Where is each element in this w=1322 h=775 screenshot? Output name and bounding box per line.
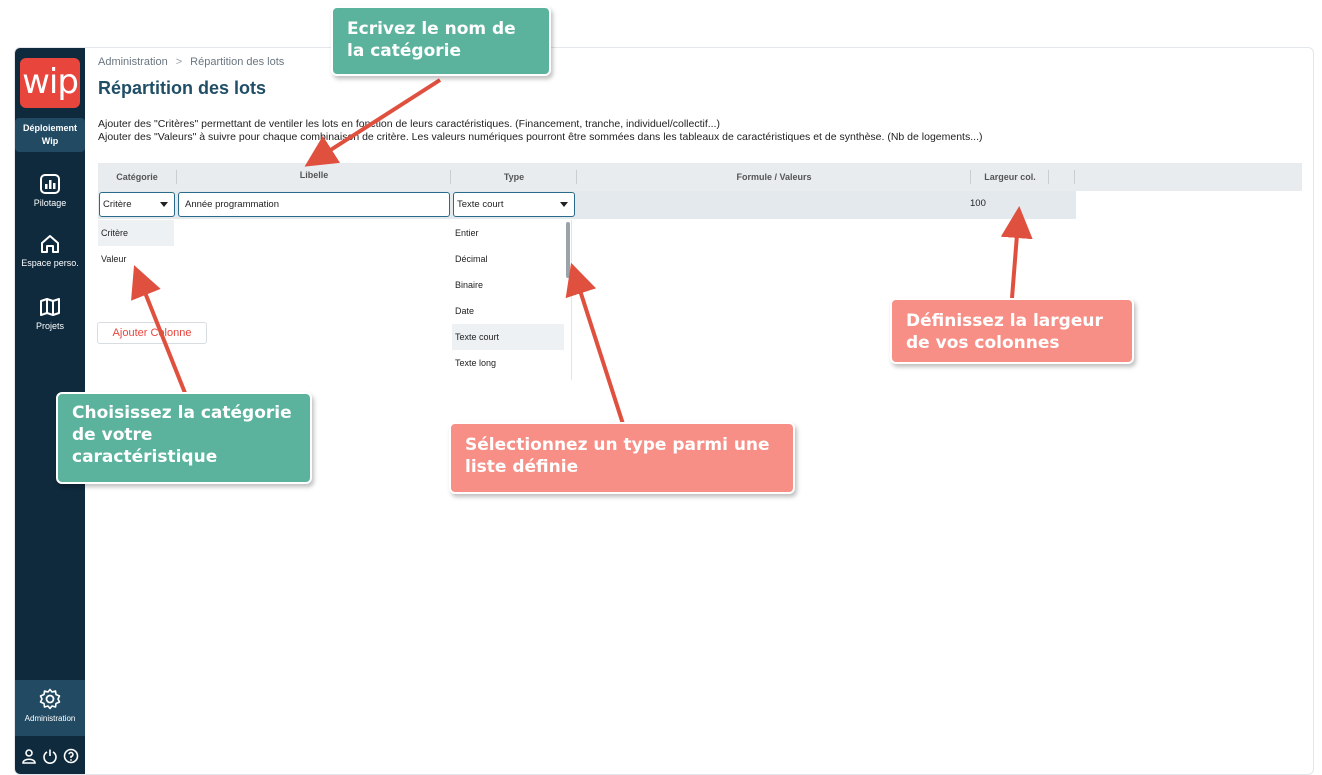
callout-type: Sélectionnez un type parmi une liste déf…: [449, 422, 795, 494]
page-title: Répartition des lots: [98, 78, 267, 98]
caret-down-icon: [560, 202, 568, 207]
callout-text: de vos colonnes: [906, 333, 1060, 353]
type-select[interactable]: Texte court: [453, 192, 575, 217]
dropdown-option[interactable]: Entier: [452, 220, 564, 246]
libelle-input[interactable]: Année programmation: [178, 192, 450, 217]
callout-text: la catégorie: [347, 41, 462, 61]
map-icon: [40, 298, 60, 316]
scrollbar[interactable]: [566, 222, 570, 278]
wip-logo[interactable]: wip: [20, 58, 80, 108]
callout-text: de votre: [72, 425, 153, 445]
deployment-selector[interactable]: Déploiement Wip: [15, 118, 85, 152]
column-divider[interactable]: [1048, 170, 1049, 184]
categorie-value: Critère: [103, 199, 132, 210]
header-formule: Formule / Valeurs: [736, 172, 812, 182]
add-column-button[interactable]: Ajouter Colonne: [97, 322, 207, 344]
home-icon: [41, 235, 59, 253]
callout-name: Ecrivez le nom de la catégorie: [331, 6, 551, 76]
callout-text: Définissez la largeur: [906, 311, 1103, 331]
column-divider[interactable]: [176, 170, 177, 184]
column-divider[interactable]: [1074, 170, 1075, 184]
help-icon[interactable]: [63, 748, 79, 764]
callout-text: Ecrivez le nom de: [347, 19, 516, 39]
sidebar-item-label: Pilotage: [33, 198, 67, 208]
dropdown-option[interactable]: Date: [452, 298, 564, 324]
sidebar-item-projets[interactable]: Projets: [15, 296, 85, 331]
sidebar-item-administration[interactable]: Administration: [15, 680, 85, 736]
sidebar-item-pilotage[interactable]: Pilotage: [15, 173, 85, 208]
header-categorie: Catégorie: [116, 172, 158, 182]
dropdown-option[interactable]: Texte court: [452, 324, 564, 350]
grid-header: Catégorie Libelle Type Formule / Valeurs…: [98, 163, 1302, 191]
breadcrumb: Administration > Répartition des lots: [98, 56, 284, 68]
type-dropdown: Entier Décimal Binaire Date Texte court …: [452, 220, 574, 380]
chart-icon: [40, 174, 60, 194]
dropdown-option[interactable]: Texte long: [452, 350, 564, 376]
callout-text: caractéristique: [72, 447, 218, 467]
sidebar-item-label: Administration: [24, 714, 76, 723]
column-divider[interactable]: [970, 170, 971, 184]
breadcrumb-current: Répartition des lots: [190, 56, 285, 68]
caret-down-icon: [160, 202, 168, 207]
page-description: Ajouter des "Critères" permettant de ven…: [98, 118, 982, 144]
sidebar-item-label: Projets: [35, 321, 64, 331]
callout-text: liste définie: [465, 457, 579, 477]
dropdown-option[interactable]: Décimal: [452, 246, 564, 272]
callout-text: Sélectionnez un type parmi une: [465, 435, 770, 455]
categorie-select[interactable]: Critère: [99, 192, 175, 217]
chevron-right-icon: >: [175, 56, 183, 68]
column-divider[interactable]: [576, 170, 577, 184]
gear-icon: [39, 688, 61, 710]
table-row: Critère Année programmation Texte court …: [98, 191, 1076, 219]
callout-category: Choisissez la catégorie de votre caracté…: [56, 392, 312, 484]
description-line: Ajouter des "Critères" permettant de ven…: [98, 118, 720, 130]
description-line: Ajouter des "Valeurs" à suivre pour chaq…: [98, 131, 983, 143]
dropdown-option[interactable]: Valeur: [98, 246, 174, 272]
sidebar-footer: [15, 748, 85, 764]
categorie-dropdown: Critère Valeur: [98, 220, 174, 272]
header-libelle: Libelle: [299, 170, 329, 180]
breadcrumb-root[interactable]: Administration: [98, 56, 168, 68]
deployment-name: Wip: [41, 136, 59, 146]
user-icon[interactable]: [21, 748, 37, 764]
header-largeur: Largeur col.: [984, 172, 1036, 182]
header-type: Type: [503, 172, 525, 182]
scroll-track: [571, 220, 572, 380]
largeur-value[interactable]: 100: [970, 191, 986, 217]
dropdown-option[interactable]: Binaire: [452, 272, 564, 298]
column-divider[interactable]: [450, 170, 451, 184]
sidebar-item-espace-perso[interactable]: Espace perso.: [15, 233, 85, 268]
type-value: Texte court: [457, 199, 504, 210]
callout-text: Choisissez la catégorie: [72, 403, 292, 423]
sidebar-item-label: Espace perso.: [21, 258, 79, 268]
deployment-label: Déploiement: [22, 123, 77, 133]
dropdown-option[interactable]: Critère: [98, 220, 174, 246]
callout-width: Définissez la largeur de vos colonnes: [890, 298, 1134, 364]
power-icon[interactable]: [42, 748, 58, 764]
